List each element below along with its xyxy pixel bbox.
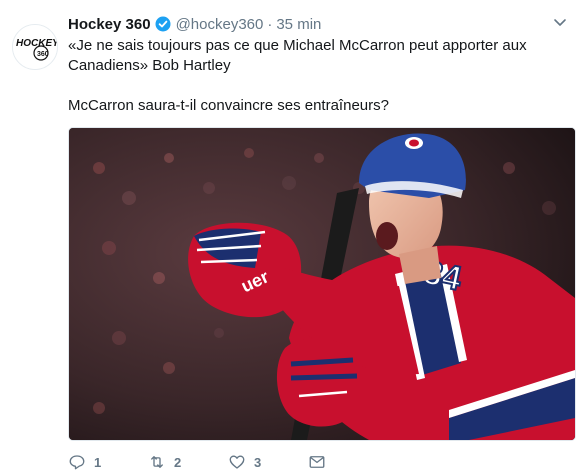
account-name[interactable]: Hockey 360	[68, 16, 151, 33]
like-button[interactable]: 3	[228, 453, 308, 471]
tweet-text-line2: McCarron saura-t-il convaincre ses entra…	[68, 97, 389, 114]
hockey360-logo: HOCKEY 360	[13, 25, 57, 69]
glove-right	[276, 338, 364, 427]
reply-count: 1	[94, 454, 102, 470]
retweet-count: 2	[174, 454, 182, 470]
like-icon	[229, 455, 245, 469]
tweet-card: HOCKEY 360 Hockey 360 @hockey360 · 35 mi…	[0, 0, 580, 475]
message-icon	[309, 456, 325, 468]
tweet-photo[interactable]: 34 uer	[68, 127, 576, 441]
timestamp[interactable]: 35 min	[276, 16, 321, 33]
like-count: 3	[254, 454, 262, 470]
retweet-icon	[151, 456, 163, 468]
svg-text:360: 360	[37, 51, 49, 58]
tweet-text-line1: «Je ne sais toujours pas ce que Michael …	[68, 37, 527, 74]
separator: ·	[267, 15, 273, 33]
tweet-header: Hockey 360 @hockey360 · 35 min	[68, 14, 321, 34]
verified-icon	[155, 16, 171, 32]
retweet-button[interactable]: 2	[148, 453, 228, 471]
reply-button[interactable]: 1	[68, 453, 148, 471]
account-handle[interactable]: @hockey360	[176, 16, 264, 33]
tweet-text: «Je ne sais toujours pas ce que Michael …	[68, 36, 528, 116]
caret-down-icon[interactable]	[552, 14, 568, 30]
tweet-actions: 1 2 3	[68, 452, 334, 472]
direct-message-button[interactable]	[308, 453, 334, 471]
avatar[interactable]: HOCKEY 360	[12, 24, 58, 70]
hockey-player-photo: 34 uer	[69, 128, 575, 440]
reply-icon	[69, 455, 85, 470]
